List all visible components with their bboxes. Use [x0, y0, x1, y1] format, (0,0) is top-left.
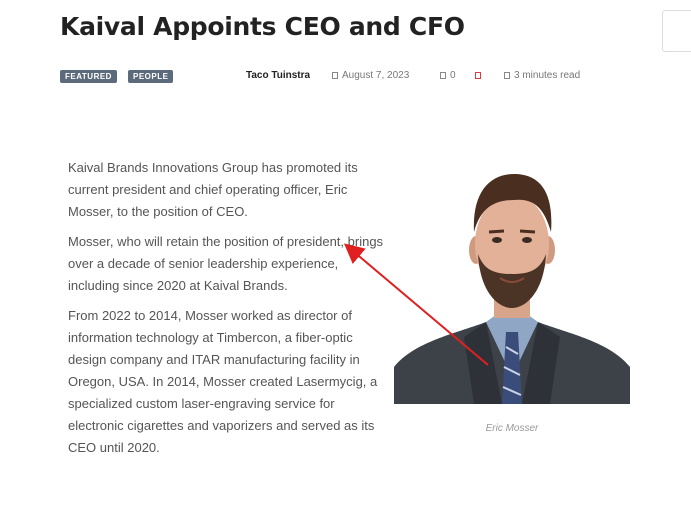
article-meta: FEATURED PEOPLE Taco Tuinstra August 7, …	[60, 70, 620, 84]
clock-icon	[504, 72, 510, 79]
read-time: 3 minutes read	[514, 70, 581, 81]
article-title: Kaival Appoints CEO and CFO	[60, 12, 465, 41]
paragraph-2: Mosser, who will retain the position of …	[68, 234, 384, 293]
portrait-photo	[394, 162, 630, 404]
tag-featured[interactable]: FEATURED	[60, 70, 117, 83]
paragraph-1: Kaival Brands Innovations Group has prom…	[68, 160, 358, 219]
article-date: August 7, 2023	[342, 70, 410, 81]
author-link[interactable]: Taco Tuinstra	[246, 70, 310, 81]
sidebar-widget[interactable]	[662, 10, 691, 52]
photo-caption: Eric Mosser	[485, 423, 539, 434]
paragraph-3: From 2022 to 2014, Mosser worked as dire…	[68, 308, 378, 455]
bookmark-icon[interactable]	[475, 72, 481, 79]
bookmark-meta[interactable]	[475, 70, 485, 81]
tag-people[interactable]: PEOPLE	[128, 70, 174, 83]
calendar-icon	[332, 72, 338, 79]
read-time-meta: 3 minutes read	[504, 70, 580, 81]
comments-meta[interactable]: 0	[440, 70, 456, 81]
comment-count[interactable]: 0	[450, 70, 456, 81]
bottom-ticker	[0, 503, 691, 511]
date-meta: August 7, 2023	[332, 70, 409, 81]
article-body: Kaival Brands Innovations Group has prom…	[68, 157, 386, 467]
comment-icon	[440, 72, 446, 79]
